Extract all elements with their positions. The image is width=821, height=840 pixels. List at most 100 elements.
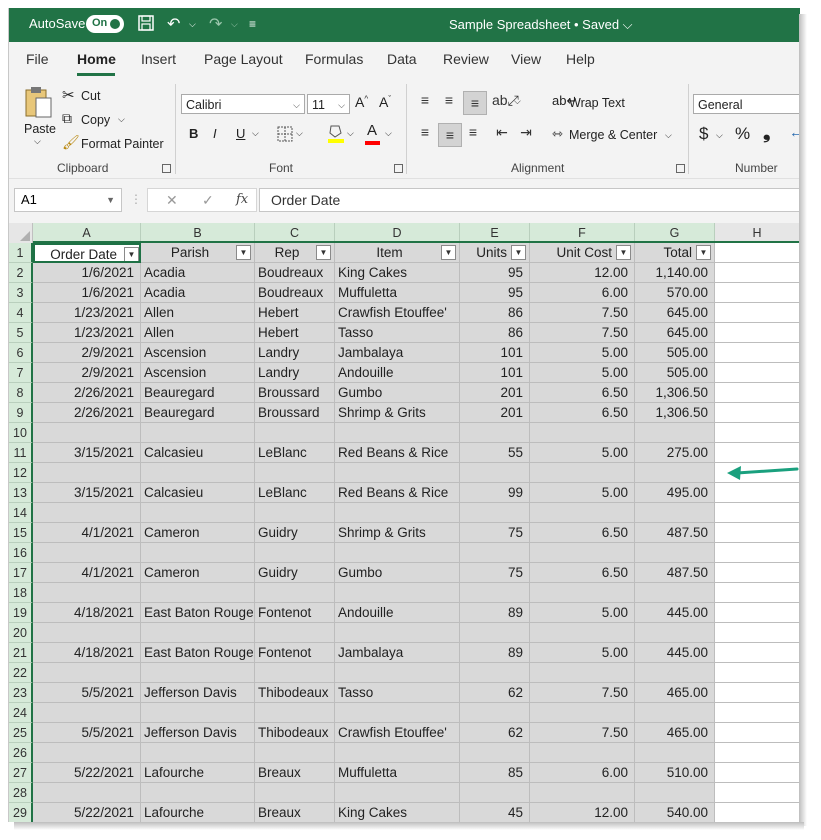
table-cell[interactable] [715, 343, 800, 363]
fill-color-icon[interactable] [327, 123, 345, 143]
table-cell[interactable]: Allen [141, 303, 255, 323]
table-cell[interactable]: 510.00 [635, 763, 715, 783]
table-cell[interactable]: 5.00 [530, 643, 635, 663]
redo-icon[interactable]: ↷ [209, 14, 222, 34]
row-header[interactable]: 26 [9, 743, 33, 763]
table-cell[interactable] [460, 743, 530, 763]
table-cell[interactable]: 75 [460, 523, 530, 543]
table-cell[interactable] [460, 663, 530, 683]
table-cell[interactable]: 5/5/2021 [33, 683, 141, 703]
table-cell[interactable] [530, 583, 635, 603]
table-cell[interactable] [335, 583, 460, 603]
table-cell[interactable]: 12.00 [530, 803, 635, 822]
table-cell[interactable] [715, 583, 800, 603]
row-header[interactable]: 23 [9, 683, 33, 703]
table-cell[interactable] [635, 423, 715, 443]
header-cell[interactable]: Rep ▼ [255, 243, 335, 263]
table-cell[interactable] [530, 783, 635, 803]
table-cell[interactable] [33, 423, 141, 443]
column-header-b[interactable]: B [141, 223, 255, 243]
table-cell[interactable]: Fontenot [255, 643, 335, 663]
table-cell[interactable]: Landry [255, 343, 335, 363]
formula-input[interactable]: Order Date [259, 188, 800, 212]
table-cell[interactable] [715, 603, 800, 623]
table-cell[interactable] [635, 503, 715, 523]
header-cell[interactable]: Units ▼ [460, 243, 530, 263]
row-header[interactable]: 13 [9, 483, 33, 503]
accounting-dropdown-icon[interactable]: ⌵ [716, 130, 723, 141]
table-cell[interactable] [33, 503, 141, 523]
table-cell[interactable]: 1,140.00 [635, 263, 715, 283]
table-cell[interactable]: 4/18/2021 [33, 643, 141, 663]
accounting-format-button[interactable]: $ [699, 124, 708, 144]
table-cell[interactable] [715, 363, 800, 383]
format-painter-button[interactable]: Format Painter [81, 137, 164, 151]
table-cell[interactable]: Boudreaux [255, 263, 335, 283]
table-cell[interactable] [255, 663, 335, 683]
table-cell[interactable] [33, 463, 141, 483]
table-cell[interactable] [715, 643, 800, 663]
table-cell[interactable]: 2/9/2021 [33, 363, 141, 383]
column-header-a[interactable]: A [33, 223, 141, 243]
table-cell[interactable]: 495.00 [635, 483, 715, 503]
table-cell[interactable] [33, 583, 141, 603]
table-cell[interactable]: Thibodeaux [255, 723, 335, 743]
row-header[interactable]: 6 [9, 343, 33, 363]
table-cell[interactable] [335, 623, 460, 643]
table-cell[interactable]: Landry [255, 363, 335, 383]
table-cell[interactable]: LeBlanc [255, 443, 335, 463]
table-cell[interactable] [460, 463, 530, 483]
table-cell[interactable]: Ascension [141, 363, 255, 383]
align-right-icon[interactable]: ≡ [464, 124, 482, 140]
table-cell[interactable]: 89 [460, 603, 530, 623]
table-cell[interactable]: Lafourche [141, 763, 255, 783]
undo-dropdown-icon[interactable]: ⌵ [189, 19, 196, 30]
row-header[interactable]: 17 [9, 563, 33, 583]
cut-icon[interactable]: ✂ [62, 86, 75, 104]
row-header[interactable]: 28 [9, 783, 33, 803]
select-all-corner[interactable] [9, 223, 33, 243]
align-center-icon[interactable]: ≡ [438, 123, 462, 147]
table-cell[interactable] [33, 623, 141, 643]
table-cell[interactable]: Acadia [141, 283, 255, 303]
fill-color-dropdown-icon[interactable]: ⌵ [347, 128, 354, 139]
table-cell[interactable] [335, 703, 460, 723]
number-format-select[interactable]: General [693, 94, 800, 114]
tab-formulas[interactable]: Formulas [305, 51, 363, 67]
table-cell[interactable]: 5.00 [530, 363, 635, 383]
autosave-toggle[interactable]: On [86, 15, 124, 33]
table-cell[interactable]: East Baton Rouge [141, 643, 255, 663]
table-cell[interactable]: Andouille [335, 603, 460, 623]
table-cell[interactable]: Tasso [335, 683, 460, 703]
table-cell[interactable]: 7.50 [530, 723, 635, 743]
table-cell[interactable] [635, 743, 715, 763]
row-header[interactable]: 19 [9, 603, 33, 623]
merge-dropdown-icon[interactable]: ⌵ [665, 130, 672, 141]
font-color-dropdown-icon[interactable]: ⌵ [385, 128, 392, 139]
table-cell[interactable]: Hebert [255, 303, 335, 323]
table-cell[interactable] [715, 683, 800, 703]
table-cell[interactable]: Shrimp & Grits [335, 403, 460, 423]
filter-dropdown-icon[interactable]: ▼ [124, 247, 139, 261]
table-cell[interactable]: 6.50 [530, 523, 635, 543]
table-cell[interactable]: 487.50 [635, 523, 715, 543]
orientation-icon[interactable]: ab⤢ [492, 92, 519, 109]
tab-view[interactable]: View [511, 51, 541, 67]
table-cell[interactable]: 95 [460, 263, 530, 283]
table-cell[interactable] [715, 523, 800, 543]
increase-font-size-icon[interactable]: A^ [355, 94, 368, 110]
table-cell[interactable]: Allen [141, 323, 255, 343]
table-cell[interactable] [33, 783, 141, 803]
borders-dropdown-icon[interactable]: ⌵ [296, 128, 303, 139]
table-cell[interactable]: Calcasieu [141, 483, 255, 503]
table-cell[interactable]: 6.00 [530, 763, 635, 783]
font-color-icon[interactable]: A [367, 122, 377, 139]
table-cell[interactable] [141, 663, 255, 683]
row-header[interactable]: 8 [9, 383, 33, 403]
cancel-edit-icon[interactable]: ✕ [166, 192, 178, 209]
table-cell[interactable]: 101 [460, 343, 530, 363]
header-cell[interactable]: Item ▼ [335, 243, 460, 263]
merge-center-button[interactable]: Merge & Center [569, 128, 657, 142]
table-cell[interactable] [335, 543, 460, 563]
table-cell[interactable] [33, 663, 141, 683]
